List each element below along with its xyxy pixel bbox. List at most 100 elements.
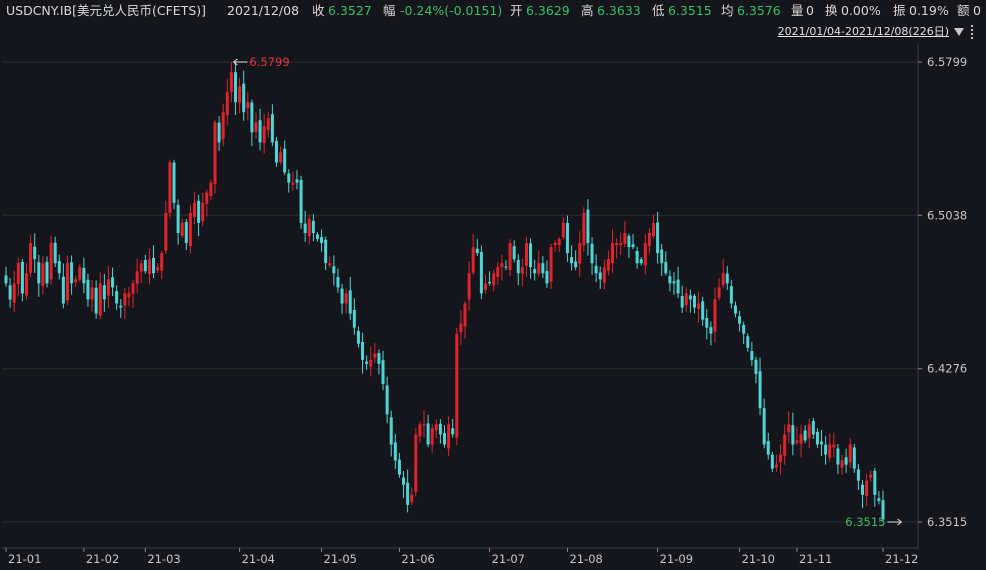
candle-body[interactable] [385, 385, 389, 415]
candle-body[interactable] [500, 263, 504, 267]
candle-body[interactable] [279, 152, 283, 163]
candle-body[interactable] [488, 281, 492, 284]
candle-body[interactable] [299, 179, 303, 223]
candle-body[interactable] [729, 286, 733, 304]
candle-body[interactable] [762, 408, 766, 445]
candle-body[interactable] [828, 444, 832, 458]
candle-body[interactable] [856, 469, 860, 481]
candle-body[interactable] [45, 261, 49, 284]
candle-body[interactable] [242, 83, 246, 113]
candle-body[interactable] [545, 271, 549, 284]
candle-body[interactable] [594, 265, 598, 274]
candle-body[interactable] [602, 267, 606, 283]
candle-body[interactable] [111, 277, 115, 288]
candle-body[interactable] [193, 202, 197, 217]
candle-body[interactable] [156, 267, 160, 271]
candle-body[interactable] [152, 257, 156, 274]
candle-body[interactable] [356, 330, 360, 344]
candle-body[interactable] [311, 220, 315, 233]
candle-body[interactable] [65, 263, 69, 301]
candle-body[interactable] [233, 72, 237, 103]
candle-body[interactable] [754, 359, 758, 374]
candle-body[interactable] [561, 222, 565, 238]
candle-body[interactable] [709, 327, 713, 334]
candle-body[interactable] [840, 460, 844, 468]
candle-body[interactable] [721, 273, 725, 286]
candle-body[interactable] [824, 444, 828, 455]
candles[interactable] [4, 62, 885, 522]
candle-body[interactable] [336, 277, 340, 288]
candle-body[interactable] [180, 222, 184, 236]
candle-body[interactable] [16, 263, 20, 285]
candle-body[interactable] [692, 295, 696, 308]
candle-body[interactable] [619, 243, 623, 246]
candle-body[interactable] [565, 222, 569, 254]
candle-body[interactable] [270, 114, 274, 143]
candle-body[interactable] [623, 232, 627, 244]
candle-body[interactable] [697, 303, 701, 310]
candle-body[interactable] [303, 223, 307, 233]
candle-body[interactable] [361, 341, 365, 360]
candle-body[interactable] [742, 324, 746, 334]
candle-body[interactable] [348, 290, 352, 314]
candle-body[interactable] [246, 102, 250, 109]
candle-body[interactable] [90, 287, 94, 300]
candle-body[interactable] [258, 120, 262, 143]
candle-body[interactable] [492, 273, 496, 286]
candle-body[interactable] [61, 276, 65, 304]
candle-body[interactable] [49, 243, 53, 280]
candle-body[interactable] [733, 305, 737, 314]
candle-body[interactable] [791, 425, 795, 445]
candle-body[interactable] [647, 232, 651, 247]
candle-body[interactable] [582, 212, 586, 246]
candle-body[interactable] [131, 283, 135, 294]
candle-body[interactable] [873, 470, 877, 495]
candle-body[interactable] [766, 441, 770, 455]
candle-body[interactable] [475, 248, 479, 254]
candle-body[interactable] [832, 444, 836, 448]
candle-body[interactable] [746, 336, 750, 348]
candle-body[interactable] [738, 316, 742, 324]
candle-body[interactable] [443, 433, 446, 445]
candle-body[interactable] [606, 259, 610, 271]
candle-body[interactable] [787, 424, 791, 433]
candle-body[interactable] [656, 222, 660, 254]
candle-body[interactable] [24, 273, 28, 296]
candle-body[interactable] [688, 295, 692, 300]
candle-body[interactable] [471, 247, 475, 273]
candle-body[interactable] [41, 263, 45, 286]
candle-body[interactable] [541, 263, 545, 274]
candle-body[interactable] [664, 261, 668, 274]
candle-body[interactable] [324, 239, 328, 264]
candle-body[interactable] [467, 273, 471, 300]
candlestick-chart[interactable]: 6.5799 6.5038 6.4276 6.3515 21-01 21-02 21-03… [0, 0, 986, 570]
candle-body[interactable] [127, 293, 131, 298]
candle-body[interactable] [717, 287, 721, 298]
candle-body[interactable] [438, 423, 442, 435]
candle-body[interactable] [287, 173, 291, 183]
candle-body[interactable] [426, 423, 430, 445]
candle-body[interactable] [447, 424, 451, 449]
candle-body[interactable] [197, 200, 201, 223]
candle-body[interactable] [229, 71, 233, 93]
candle-body[interactable] [815, 431, 819, 445]
candle-body[interactable] [139, 263, 143, 272]
candle-body[interactable] [557, 239, 561, 245]
candle-body[interactable] [53, 242, 57, 264]
candle-body[interactable] [524, 243, 528, 266]
candle-body[interactable] [176, 204, 180, 233]
candle-body[interactable] [37, 262, 41, 284]
candle-body[interactable] [147, 259, 151, 275]
candle-body[interactable] [238, 85, 242, 103]
candle-body[interactable] [295, 179, 299, 183]
candle-body[interactable] [78, 267, 82, 280]
candle-body[interactable] [463, 303, 467, 327]
candle-body[interactable] [57, 261, 61, 274]
candle-body[interactable] [598, 272, 602, 280]
candle-body[interactable] [631, 244, 635, 248]
candle-body[interactable] [639, 259, 643, 264]
candle-body[interactable] [414, 434, 418, 492]
candle-body[interactable] [168, 162, 172, 213]
candle-body[interactable] [590, 243, 594, 264]
candle-body[interactable] [795, 440, 799, 443]
